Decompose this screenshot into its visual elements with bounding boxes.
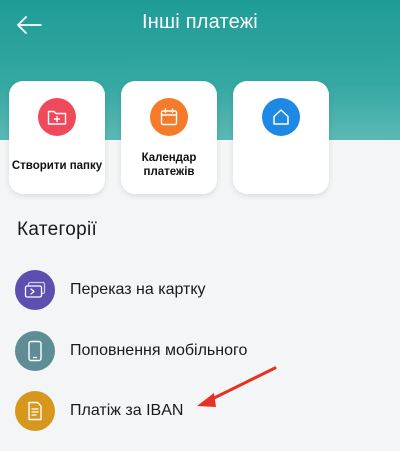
category-label: Поповнення мобільного bbox=[70, 342, 248, 359]
page-title: Інші платежі bbox=[142, 11, 258, 33]
document-icon bbox=[28, 401, 42, 421]
category-label: Переказ на картку bbox=[70, 281, 206, 298]
tile-icon-circle bbox=[150, 98, 188, 136]
tile-payment-calendar[interactable]: Календар платежів bbox=[121, 81, 217, 194]
tile-label-line: платежів bbox=[143, 166, 195, 178]
tile-label-line: Календар bbox=[141, 152, 197, 164]
tile-home[interactable] bbox=[233, 81, 329, 194]
category-iban-payment[interactable]: Платіж за IBAN bbox=[0, 391, 400, 451]
tile-icon-circle bbox=[262, 98, 300, 136]
category-icon-circle bbox=[15, 270, 55, 310]
tile-label: Створити папку bbox=[11, 160, 103, 172]
category-label: Платіж за IBAN bbox=[70, 402, 184, 419]
tile-icon-circle bbox=[38, 98, 76, 136]
category-mobile-topup[interactable]: Поповнення мобільного bbox=[0, 331, 400, 391]
home-icon bbox=[273, 109, 289, 125]
tile-create-folder[interactable]: Створити папку bbox=[9, 81, 105, 194]
calendar-icon bbox=[160, 108, 178, 126]
categories-title: Категорії bbox=[17, 219, 98, 240]
folder-plus-icon bbox=[47, 110, 67, 125]
card-transfer-icon bbox=[24, 281, 46, 298]
category-icon-circle bbox=[15, 391, 55, 431]
category-card-transfer[interactable]: Переказ на картку bbox=[0, 270, 400, 330]
tile-label: Календар платежів bbox=[121, 151, 217, 179]
category-icon-circle bbox=[15, 331, 55, 371]
mobile-phone-icon bbox=[28, 340, 42, 362]
